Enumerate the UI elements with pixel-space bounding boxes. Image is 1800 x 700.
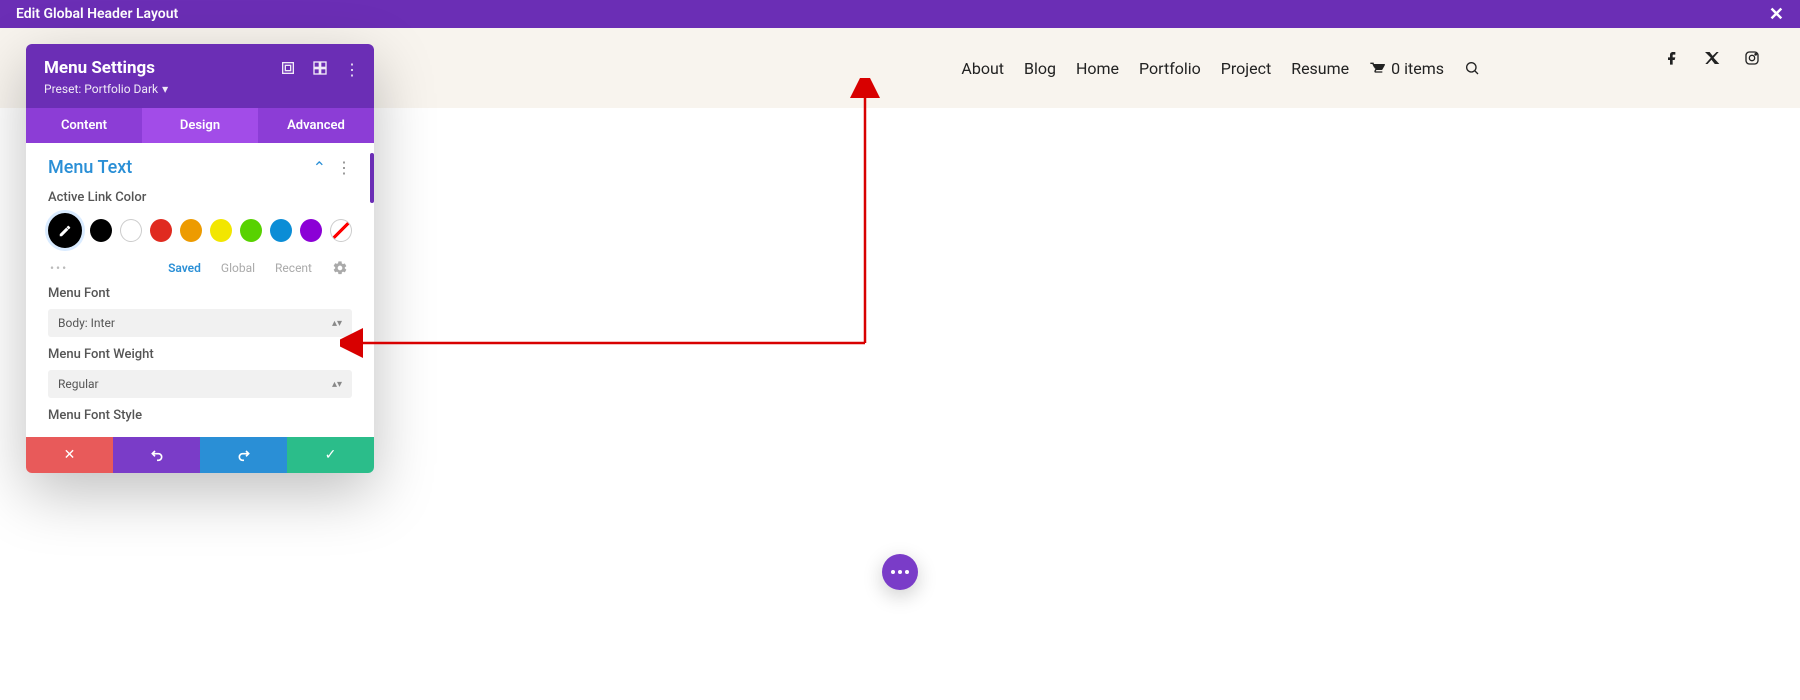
cart-icon xyxy=(1369,60,1385,76)
search-icon[interactable] xyxy=(1464,60,1480,76)
section-title[interactable]: Menu Text xyxy=(48,157,132,178)
top-bar: Edit Global Header Layout ✕ xyxy=(0,0,1800,28)
panel-preset[interactable]: Preset: Portfolio Dark ▾ xyxy=(44,82,356,96)
close-icon[interactable]: ✕ xyxy=(1769,4,1784,25)
nav-about[interactable]: About xyxy=(961,59,1004,78)
save-button[interactable]: ✓ xyxy=(287,437,374,473)
settings-panel: Menu Settings Preset: Portfolio Dark ▾ ⋮… xyxy=(26,44,374,473)
nav-home[interactable]: Home xyxy=(1076,59,1119,78)
kebab-icon[interactable]: ⋮ xyxy=(344,60,360,79)
swatch-purple[interactable] xyxy=(300,219,322,242)
panel-body: Menu Text ⌃ ⋮ Active Link Color xyxy=(26,143,374,437)
chevron-up-icon[interactable]: ⌃ xyxy=(313,158,326,177)
tab-design[interactable]: Design xyxy=(142,108,258,143)
menu-font-weight-label: Menu Font Weight xyxy=(48,347,352,362)
tab-advanced[interactable]: Advanced xyxy=(258,108,374,143)
facebook-icon[interactable] xyxy=(1664,50,1680,66)
swatch-white[interactable] xyxy=(120,219,142,242)
palette-tabs: ••• Saved Global Recent xyxy=(48,260,352,276)
grid-icon[interactable] xyxy=(312,60,328,79)
swatch-picker[interactable] xyxy=(48,213,82,248)
nav-portfolio[interactable]: Portfolio xyxy=(1139,59,1201,78)
nav-project[interactable]: Project xyxy=(1221,59,1271,78)
palette-tab-recent[interactable]: Recent xyxy=(275,261,312,275)
panel-tabs: Content Design Advanced xyxy=(26,108,374,143)
tab-content[interactable]: Content xyxy=(26,108,142,143)
palette-tab-global[interactable]: Global xyxy=(221,261,255,275)
redo-button[interactable] xyxy=(200,437,287,473)
swatch-green[interactable] xyxy=(240,219,262,242)
top-bar-title: Edit Global Header Layout xyxy=(16,6,178,22)
swatch-blue[interactable] xyxy=(270,219,292,242)
fab-more-button[interactable] xyxy=(882,554,918,590)
undo-button[interactable] xyxy=(113,437,200,473)
more-dots-icon[interactable]: ••• xyxy=(48,261,68,275)
menu-font-label: Menu Font xyxy=(48,286,352,301)
expand-icon[interactable] xyxy=(280,60,296,79)
nav-resume[interactable]: Resume xyxy=(1291,59,1349,78)
cart-text: 0 items xyxy=(1391,59,1444,78)
menu-font-style-label: Menu Font Style xyxy=(48,408,352,423)
cart-link[interactable]: 0 items xyxy=(1369,59,1444,78)
color-swatches xyxy=(48,213,352,248)
instagram-icon[interactable] xyxy=(1744,50,1760,66)
menu-font-weight-select[interactable]: Regular ▴▾ xyxy=(48,370,352,398)
swatch-black[interactable] xyxy=(90,219,112,242)
header-nav: About Blog Home Portfolio Project Resume… xyxy=(961,59,1480,78)
swatch-orange[interactable] xyxy=(180,219,202,242)
chevron-down-icon: ▾ xyxy=(162,82,168,96)
annotation-arrows xyxy=(340,78,900,368)
palette-tab-saved[interactable]: Saved xyxy=(168,261,201,275)
swatch-yellow[interactable] xyxy=(210,219,232,242)
menu-font-select[interactable]: Body: Inter ▴▾ xyxy=(48,309,352,337)
x-icon[interactable] xyxy=(1704,50,1720,66)
scrollbar[interactable] xyxy=(370,153,374,203)
cancel-button[interactable]: ✕ xyxy=(26,437,113,473)
select-chevron-icon: ▴▾ xyxy=(332,379,342,390)
swatch-red[interactable] xyxy=(150,219,172,242)
active-link-color-label: Active Link Color xyxy=(48,190,352,205)
panel-footer: ✕ ✓ xyxy=(26,437,374,473)
gear-icon[interactable] xyxy=(332,260,348,276)
nav-blog[interactable]: Blog xyxy=(1024,59,1056,78)
header-social xyxy=(1664,50,1760,66)
panel-header: Menu Settings Preset: Portfolio Dark ▾ ⋮ xyxy=(26,44,374,108)
swatch-none[interactable] xyxy=(330,219,352,242)
select-chevron-icon: ▴▾ xyxy=(332,318,342,329)
kebab-icon[interactable]: ⋮ xyxy=(336,158,352,177)
